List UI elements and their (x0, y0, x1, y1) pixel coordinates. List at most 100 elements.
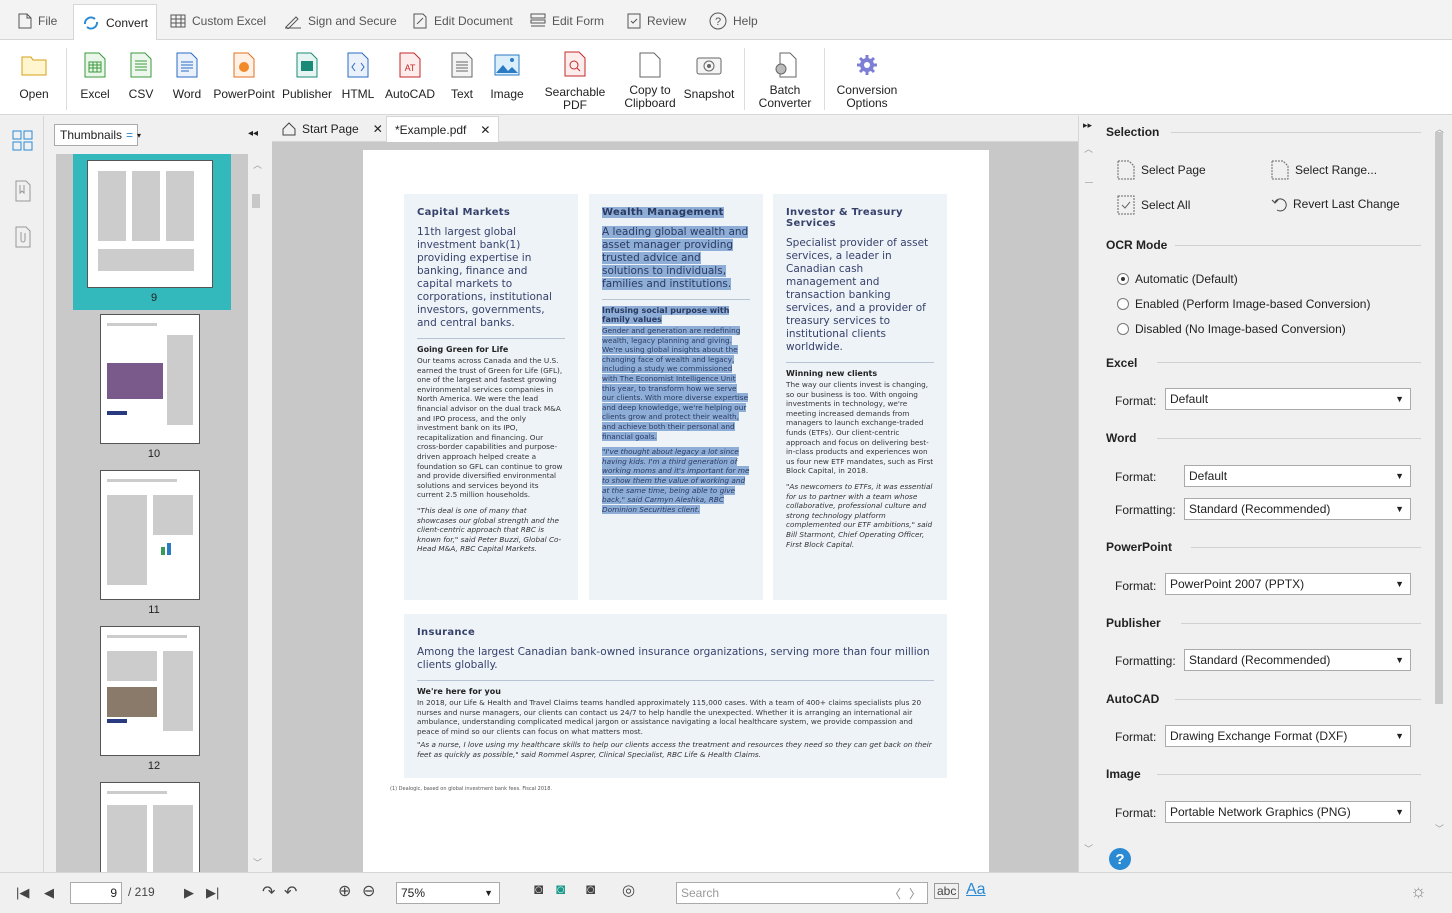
chevron-down-icon: ▼ (1395, 731, 1404, 741)
image-format-select[interactable]: Portable Network Graphics (PNG) ▼ (1165, 801, 1411, 823)
excel-label: Excel (80, 87, 110, 101)
word-formatting-select[interactable]: Standard (Recommended) ▼ (1184, 498, 1411, 520)
last-page-icon[interactable]: ▶| (206, 885, 219, 901)
brightness-icon[interactable]: ☼ (1410, 881, 1427, 902)
publisher-formatting-select[interactable]: Standard (Recommended) ▼ (1184, 649, 1411, 671)
menu-sign-secure[interactable]: Sign and Secure (276, 4, 405, 38)
next-page-icon[interactable]: ▶ (184, 885, 194, 901)
ocr-enabled-radio[interactable]: Enabled (Perform Image-based Conversion) (1117, 297, 1370, 311)
tab-example-pdf[interactable]: *Example.pdf ✕ (386, 116, 500, 142)
match-whole-word-toggle[interactable]: abc (934, 883, 960, 899)
menu-convert[interactable]: Convert (73, 4, 158, 41)
page-number-value: 9 (110, 886, 117, 900)
search-input[interactable]: Search 〈〉 (676, 882, 928, 904)
previous-page-icon[interactable]: ◀ (44, 885, 54, 901)
word-formatting-value: Standard (Recommended) (1189, 502, 1331, 516)
thumbnail-page-12[interactable] (100, 626, 200, 756)
zoom-value: 75% (401, 886, 426, 900)
html-button[interactable]: HTML (339, 46, 377, 112)
revert-last-change-button[interactable]: Revert Last Change (1271, 196, 1400, 212)
word-formatting-label: Formatting: (1115, 503, 1176, 517)
search-previous-icon[interactable]: 〈 (889, 885, 901, 902)
ocr-disabled-radio[interactable]: Disabled (No Image-based Conversion) (1117, 322, 1346, 336)
word-format-select[interactable]: Default ▼ (1184, 465, 1411, 487)
zoom-in-icon[interactable]: ⊕ (338, 881, 351, 901)
autocad-format-select[interactable]: Drawing Exchange Format (DXF) ▼ (1165, 725, 1411, 747)
menu-file[interactable]: File (10, 4, 65, 38)
actual-size-icon[interactable]: ◙ (586, 881, 595, 898)
csv-button[interactable]: CSV (121, 46, 161, 112)
thumbnails-dropdown[interactable]: Thumbnails = ▾ (54, 124, 142, 146)
batch-converter-icon (775, 52, 797, 78)
select-all-button[interactable]: Select All (1117, 195, 1190, 215)
zoom-select[interactable]: 75% ▼ (396, 882, 500, 904)
searchable-pdf-button[interactable]: Searchable PDF (533, 46, 617, 112)
open-button[interactable]: Open (12, 46, 56, 112)
menu-edit-form[interactable]: Edit Form (522, 4, 612, 38)
rotate-counterclockwise-icon[interactable]: ↶ (284, 882, 297, 902)
select-page-button[interactable]: Select Page (1117, 160, 1206, 180)
tab-example-pdf-label: *Example.pdf (395, 122, 467, 137)
insurance-quote: "As a nurse, I love using my healthcare … (417, 740, 932, 759)
match-case-toggle[interactable]: Aa (966, 881, 986, 899)
first-page-icon[interactable]: |◀ (16, 885, 29, 901)
thumbnail-page-10[interactable] (100, 314, 200, 444)
zoom-out-icon[interactable]: ⊖ (362, 881, 375, 901)
scroll-down-icon[interactable]: ﹀ (1084, 842, 1093, 855)
reflow-icon[interactable]: ◎ (622, 881, 635, 899)
attachment-icon[interactable] (14, 226, 32, 248)
autocad-button[interactable]: AT AutoCAD (384, 46, 436, 112)
fit-width-icon[interactable]: ◙ (556, 881, 565, 898)
scroll-down-icon[interactable]: ﹀ (253, 856, 262, 869)
text-button[interactable]: Text (444, 46, 480, 112)
close-icon[interactable]: ✕ (480, 123, 490, 137)
thumbnail-page-11[interactable] (100, 470, 200, 600)
excel-button[interactable]: Excel (74, 46, 116, 112)
panel-left-scrollbar[interactable]: ︿ ﹀ (1081, 138, 1097, 872)
menu-custom-excel[interactable]: Custom Excel (162, 4, 274, 38)
thumbnail-label-12: 12 (147, 760, 161, 772)
thumbnail-scrollbar[interactable]: ︿ ﹀ (248, 154, 264, 872)
investor-treasury-subtitle: Winning new clients (786, 369, 878, 378)
scroll-up-icon[interactable]: ︿ (253, 158, 262, 171)
menu-review[interactable]: Review (619, 4, 694, 38)
menu-edit-document[interactable]: Edit Document (404, 4, 521, 38)
panel-right-scrollbar[interactable]: ︿ ﹀ (1433, 122, 1447, 842)
powerpoint-icon (233, 52, 255, 78)
scroll-down-icon[interactable]: ﹀ (1435, 822, 1444, 835)
publisher-button[interactable]: Publisher (280, 46, 334, 112)
html-label: HTML (341, 87, 375, 101)
chevron-down-icon: ▾ (137, 130, 142, 140)
image-button[interactable]: Image (487, 46, 527, 112)
menu-help[interactable]: ? Help (701, 4, 766, 38)
batch-converter-button[interactable]: Batch Converter (754, 46, 816, 112)
search-next-icon[interactable]: 〉 (909, 885, 921, 902)
home-icon (282, 122, 296, 136)
powerpoint-button[interactable]: PowerPoint (212, 46, 276, 112)
scrollbar-thumb[interactable] (252, 194, 260, 208)
tab-start-page[interactable]: Start Page ✕ (274, 116, 391, 142)
word-button[interactable]: Word (166, 46, 208, 112)
page-number-input[interactable]: 9 (70, 882, 122, 904)
close-icon[interactable]: ✕ (373, 122, 383, 136)
bookmark-icon[interactable] (14, 180, 32, 202)
ocr-automatic-radio[interactable]: Automatic (Default) (1117, 272, 1238, 286)
thumbnail-page-9[interactable] (87, 160, 213, 288)
excel-format-select[interactable]: Default ▼ (1165, 388, 1411, 410)
snapshot-button[interactable]: Snapshot (682, 46, 736, 112)
scroll-up-icon[interactable]: ︿ (1084, 142, 1093, 155)
select-range-button[interactable]: Select Range... (1271, 160, 1377, 180)
thumbnails-panel-icon[interactable] (12, 130, 34, 152)
select-page-label: Select Page (1141, 163, 1206, 177)
expand-panel-icon[interactable]: ▸▸ (1083, 120, 1092, 131)
rotate-clockwise-icon[interactable]: ↷ (262, 882, 275, 902)
collapse-panel-icon[interactable]: ◂◂ (248, 128, 258, 139)
conversion-options-button[interactable]: Conversion Options (834, 46, 900, 112)
help-icon[interactable]: ? (1108, 847, 1132, 871)
copy-to-clipboard-button[interactable]: Copy to Clipboard (624, 46, 676, 112)
fit-page-icon[interactable]: ◙ (534, 881, 543, 898)
scrollbar-thumb[interactable] (1435, 132, 1443, 704)
thumbnail-page-13[interactable] (100, 782, 200, 872)
document-viewer[interactable]: Capital Markets 11th largest global inve… (272, 142, 1078, 872)
powerpoint-format-select[interactable]: PowerPoint 2007 (PPTX) ▼ (1165, 573, 1411, 595)
